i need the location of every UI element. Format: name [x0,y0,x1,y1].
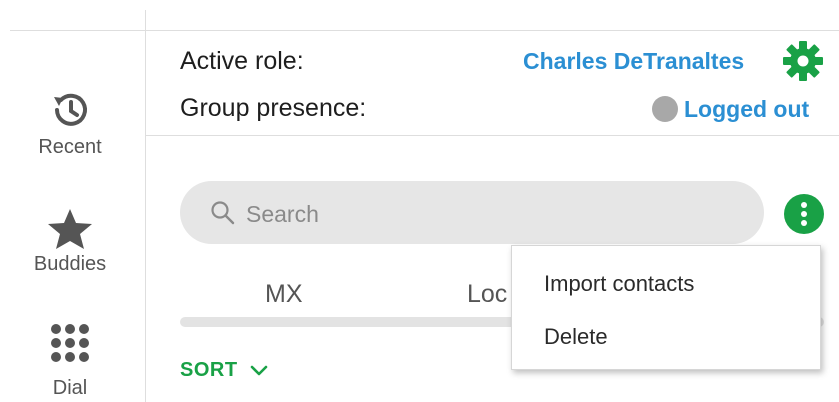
history-icon [54,93,87,126]
nav-label-dial: Dial [52,377,88,399]
header-divider [145,135,839,136]
nav-label-buddies: Buddies [33,253,107,275]
dialpad-icon [51,324,89,362]
star-icon [48,209,92,249]
group-presence-label: Group presence: [180,94,367,122]
tab-mx[interactable]: MX [265,280,303,309]
more-options-button[interactable] [784,194,824,234]
presence-status-dot [652,96,678,122]
search-icon [211,201,235,225]
active-role-label: Active role: [180,47,304,75]
nav-label-recent: Recent [38,136,102,158]
chevron-down-icon [250,365,267,376]
menu-item-import-contacts[interactable]: Import contacts [544,271,694,297]
gear-icon[interactable] [782,40,824,82]
group-presence-link[interactable]: Logged out [684,96,809,123]
context-menu: Import contacts Delete [511,245,821,370]
search-placeholder: Search [246,201,319,227]
sort-label: SORT [180,359,238,381]
tab-loc[interactable]: Loc [467,280,507,309]
top-divider [10,30,839,31]
nav-item-recent[interactable]: Recent [10,86,130,159]
nav-item-dial[interactable]: Dial [10,323,130,400]
sidebar-divider [145,10,146,402]
search-input[interactable]: Search [180,181,764,244]
active-role-link[interactable]: Charles DeTranaltes [523,48,744,75]
sort-button[interactable]: SORT [180,359,268,382]
nav-item-buddies[interactable]: Buddies [10,207,130,276]
menu-item-delete[interactable]: Delete [544,324,608,350]
